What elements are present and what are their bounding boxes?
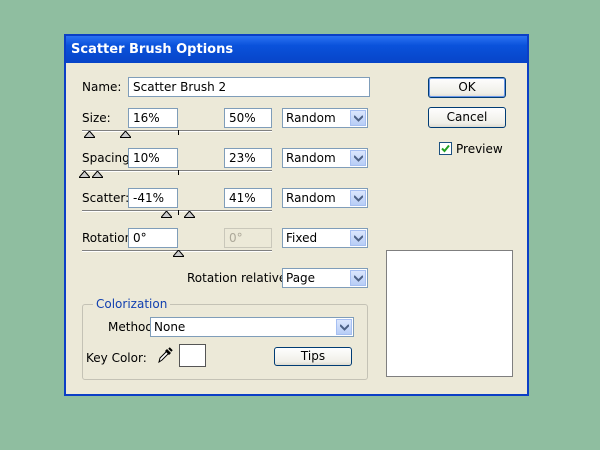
size-slider-track[interactable]	[82, 130, 272, 132]
colorization-group-title: Colorization	[93, 297, 171, 311]
scatter-mode-select[interactable]: Random	[282, 188, 368, 208]
size-slider-min-thumb[interactable]	[84, 131, 95, 138]
rotation-relative-select[interactable]: Page	[282, 268, 368, 288]
name-label: Name:	[82, 80, 122, 94]
preview-label: Preview	[456, 142, 503, 156]
rotation-min-input[interactable]: 0°	[128, 228, 178, 248]
spacing-mode-value: Random	[286, 151, 336, 165]
rotation-max-input: 0°	[224, 228, 272, 248]
size-slider-max-thumb[interactable]	[120, 131, 131, 138]
scatter-slider-track[interactable]	[82, 210, 272, 212]
rotation-slider-thumb[interactable]	[173, 250, 184, 257]
spacing-slider-max-thumb[interactable]	[92, 171, 103, 178]
key-color-swatch[interactable]	[179, 344, 206, 367]
chevron-down-icon	[350, 270, 366, 286]
scatter-label: Scatter:	[82, 191, 130, 205]
method-select[interactable]: None	[150, 317, 354, 337]
spacing-label: Spacing:	[82, 151, 134, 165]
brush-preview-area	[386, 250, 513, 377]
spacing-slider-track[interactable]	[82, 170, 272, 172]
scatter-min-input[interactable]: -41%	[128, 188, 178, 208]
rotation-relative-value: Page	[286, 271, 316, 285]
scatter-slider-min-thumb[interactable]	[161, 211, 172, 218]
name-input[interactable]: Scatter Brush 2	[128, 77, 370, 97]
checkmark-icon	[441, 144, 450, 153]
dialog-title: Scatter Brush Options	[66, 36, 527, 63]
chevron-down-icon	[350, 190, 366, 206]
scatter-brush-options-dialog: Scatter Brush Options Name: Scatter Brus…	[64, 34, 529, 396]
key-color-label: Key Color:	[86, 351, 147, 365]
method-value: None	[154, 320, 186, 334]
chevron-down-icon	[350, 230, 366, 246]
spacing-mode-select[interactable]: Random	[282, 148, 368, 168]
eyedropper-icon[interactable]	[156, 346, 174, 364]
scatter-slider-max-thumb[interactable]	[184, 211, 195, 218]
size-min-input[interactable]: 16%	[128, 108, 178, 128]
size-label: Size:	[82, 111, 111, 125]
spacing-max-input[interactable]: 23%	[224, 148, 272, 168]
size-slider-center-tick	[178, 130, 179, 135]
spacing-slider-center-tick	[178, 170, 179, 175]
spacing-slider-min-thumb[interactable]	[79, 171, 90, 178]
size-mode-value: Random	[286, 111, 336, 125]
spacing-min-input[interactable]: 10%	[128, 148, 178, 168]
tips-button[interactable]: Tips	[274, 347, 352, 366]
chevron-down-icon	[350, 110, 366, 126]
preview-checkbox[interactable]	[439, 142, 452, 155]
colorization-group	[82, 304, 368, 380]
chevron-down-icon	[336, 319, 352, 335]
ok-button[interactable]: OK	[428, 77, 506, 98]
cancel-button[interactable]: Cancel	[428, 107, 506, 128]
scatter-slider-center-tick	[178, 210, 179, 215]
size-max-input[interactable]: 50%	[224, 108, 272, 128]
size-mode-select[interactable]: Random	[282, 108, 368, 128]
rotation-mode-select[interactable]: Fixed	[282, 228, 368, 248]
scatter-max-input[interactable]: 41%	[224, 188, 272, 208]
scatter-mode-value: Random	[286, 191, 336, 205]
rotation-mode-value: Fixed	[286, 231, 318, 245]
chevron-down-icon	[350, 150, 366, 166]
